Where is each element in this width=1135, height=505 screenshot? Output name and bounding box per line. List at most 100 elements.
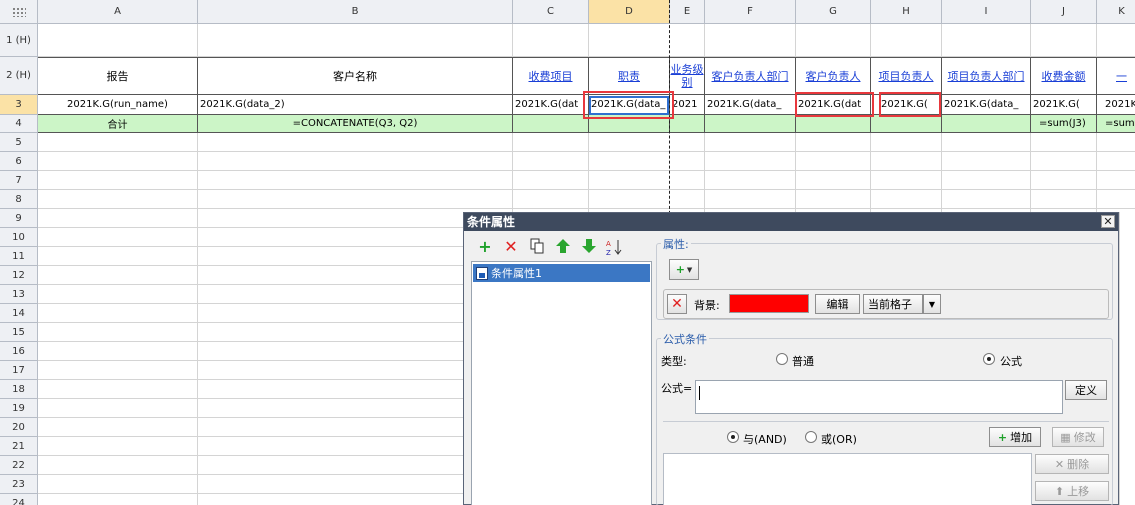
cell-d2[interactable]: 职责 (589, 57, 670, 95)
cell-a4[interactable]: 合计 (38, 115, 198, 133)
column-header-c[interactable]: C (513, 0, 589, 24)
cell-i3[interactable]: 2021K.G(data_ (942, 95, 1031, 115)
row-header-5[interactable]: 5 (0, 133, 38, 152)
cell-c2[interactable]: 收费项目 (513, 57, 589, 95)
row-header-23[interactable]: 23 (0, 475, 38, 494)
cell-k4[interactable]: =sum( (1097, 115, 1135, 133)
cell-i4[interactable] (942, 115, 1031, 133)
dialog-title: 条件属性 (464, 213, 1118, 231)
or-radio[interactable] (805, 431, 817, 443)
cell-h4[interactable] (871, 115, 942, 133)
close-icon[interactable]: ✕ (1101, 215, 1115, 228)
column-header-d[interactable]: D (589, 0, 670, 24)
select-all-corner[interactable] (0, 0, 38, 24)
cell-a3[interactable]: 2021K.G(run_name) (38, 95, 198, 115)
add-icon[interactable]: + (476, 238, 494, 256)
row-header-15[interactable]: 15 (0, 323, 38, 342)
row-header-4[interactable]: 4 (0, 115, 38, 133)
list-item-condition-1[interactable]: 条件属性1 (473, 264, 650, 282)
sort-icon[interactable]: AZ (606, 238, 624, 257)
condition-expression-list[interactable] (663, 453, 1032, 505)
row-header-21[interactable]: 21 (0, 437, 38, 456)
cell-j3[interactable]: 2021K.G( (1031, 95, 1097, 115)
grid-line (38, 151, 1135, 152)
column-header-j[interactable]: J (1031, 0, 1097, 24)
cell-j4[interactable]: =sum(J3) (1031, 115, 1097, 133)
svg-text:A: A (606, 240, 611, 248)
background-color-swatch[interactable] (729, 294, 809, 313)
column-header-e[interactable]: E (670, 0, 705, 24)
remove-attribute-icon[interactable]: ✕ (667, 294, 687, 314)
column-header-b[interactable]: B (198, 0, 513, 24)
define-button[interactable]: 定义 (1065, 380, 1107, 400)
column-header-f[interactable]: F (705, 0, 796, 24)
row-header-20[interactable]: 20 (0, 418, 38, 437)
row-header-24[interactable]: 24 (0, 494, 38, 505)
cell-f3[interactable]: 2021K.G(data_ (705, 95, 796, 115)
type-normal-radio[interactable] (776, 353, 788, 365)
row-header-7[interactable]: 7 (0, 171, 38, 190)
row-header-12[interactable]: 12 (0, 266, 38, 285)
row-header-17[interactable]: 17 (0, 361, 38, 380)
row-header-16[interactable]: 16 (0, 342, 38, 361)
cell-j2[interactable]: 收费金额 (1031, 57, 1097, 95)
cell-b3[interactable]: 2021K.G(data_2) (198, 95, 513, 115)
edit-button[interactable]: 编辑 (815, 294, 860, 314)
move-up-icon[interactable] (554, 238, 572, 256)
modify-button[interactable]: ▦ 修改 (1052, 427, 1104, 447)
formula-input[interactable] (695, 380, 1063, 414)
row-header-14[interactable]: 14 (0, 304, 38, 323)
grid-line (38, 436, 463, 437)
cell-b2[interactable]: 客户名称 (198, 57, 513, 95)
column-header-g[interactable]: G (796, 0, 871, 24)
row-header-22[interactable]: 22 (0, 456, 38, 475)
type-formula-radio[interactable] (983, 353, 995, 365)
row-header-13[interactable]: 13 (0, 285, 38, 304)
cell-e3[interactable]: 2021 (670, 95, 705, 115)
cell-h3[interactable]: 2021K.G( (871, 95, 942, 115)
cell-d3[interactable]: 2021K.G(data_ (589, 95, 670, 115)
cell-e2[interactable]: 业务级别 (670, 57, 705, 95)
cell-k3[interactable]: 2021K (1097, 95, 1135, 115)
add-button[interactable]: + 增加 (989, 427, 1041, 447)
row-header-3[interactable]: 3 (0, 95, 38, 115)
cell-e4[interactable] (670, 115, 705, 133)
cell-k2[interactable]: 一 (1097, 57, 1135, 95)
cell-g4[interactable] (796, 115, 871, 133)
cell-f4[interactable] (705, 115, 796, 133)
scope-select[interactable]: 当前格子 (863, 294, 923, 314)
column-header-a[interactable]: A (38, 0, 198, 24)
row-header-1[interactable]: 1 (H) (0, 24, 38, 57)
cell-a2[interactable]: 报告 (38, 57, 198, 95)
and-radio[interactable] (727, 431, 739, 443)
row-header-19[interactable]: 19 (0, 399, 38, 418)
add-attribute-button[interactable]: + ▼ (669, 259, 699, 280)
cell-c4[interactable] (513, 115, 589, 133)
move-down-icon[interactable] (580, 238, 598, 256)
delete-button[interactable]: ✕ 删除 (1035, 454, 1109, 474)
cell-d4[interactable] (589, 115, 670, 133)
column-header-k[interactable]: K (1097, 0, 1135, 24)
cell-c3[interactable]: 2021K.G(dat (513, 95, 589, 115)
cell-g2[interactable]: 客户负责人 (796, 57, 871, 95)
row-header-6[interactable]: 6 (0, 152, 38, 171)
grid-line (38, 303, 463, 304)
column-header-i[interactable]: I (942, 0, 1031, 24)
row-header-10[interactable]: 10 (0, 228, 38, 247)
row-header-18[interactable]: 18 (0, 380, 38, 399)
row-header-2[interactable]: 2 (H) (0, 57, 38, 95)
delete-icon[interactable]: ✕ (502, 238, 520, 256)
move-up-button[interactable]: ⬆ 上移 (1035, 481, 1109, 501)
row-header-11[interactable]: 11 (0, 247, 38, 266)
chevron-down-icon[interactable]: ▼ (923, 294, 941, 314)
cell-b4[interactable]: =CONCATENATE(Q3, Q2) (198, 115, 513, 133)
cell-i2[interactable]: 项目负责人部门 (942, 57, 1031, 95)
row-header-8[interactable]: 8 (0, 190, 38, 209)
copy-icon[interactable] (528, 238, 546, 256)
cell-f2[interactable]: 客户负责人部门 (705, 57, 796, 95)
column-header-h[interactable]: H (871, 0, 942, 24)
cell-h2[interactable]: 项目负责人 (871, 57, 942, 95)
row-header-9[interactable]: 9 (0, 209, 38, 228)
cell-g3[interactable]: 2021K.G(dat (796, 95, 871, 115)
condition-list-panel[interactable]: 条件属性1 (471, 261, 652, 505)
